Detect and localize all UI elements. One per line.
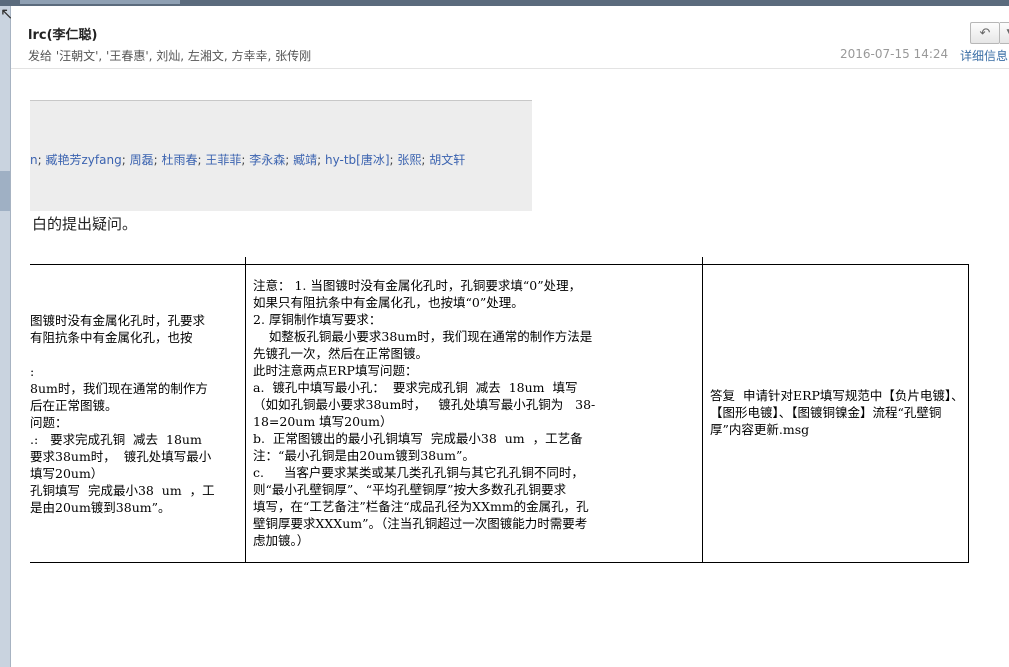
left-pane-edge bbox=[0, 6, 11, 667]
table-divider-1 bbox=[245, 257, 246, 563]
table-bottom-border bbox=[30, 562, 969, 563]
table-cell-original: 图镀时没有金属化孔时，孔要求 有阻抗条中有金属化孔，也按 : 8um时，我们现在… bbox=[30, 313, 215, 515]
quoted-recipient[interactable]: 胡文轩 bbox=[429, 153, 465, 167]
quoted-separator: ; bbox=[241, 153, 246, 167]
reply-arrow-icon: ↶ bbox=[979, 25, 991, 41]
sender-name[interactable]: lrc(李仁聪) bbox=[28, 24, 97, 43]
quoted-recipient[interactable]: 张熙 bbox=[397, 153, 421, 167]
quoted-recipient[interactable]: 臧艳芳zyfang bbox=[45, 153, 121, 167]
quoted-separator: ; bbox=[37, 153, 42, 167]
quoted-separator: ; bbox=[317, 153, 322, 167]
table-cell-requirements: 注意： 1. 当图镀时没有金属化孔时，孔铜要求填“0”处理， 如果只有阻抗条中有… bbox=[253, 278, 596, 548]
quoted-recipient[interactable]: 周磊 bbox=[130, 153, 154, 167]
quoted-recipient[interactable]: n bbox=[30, 153, 38, 167]
quoted-recipient-line: n; 臧艳芳zyfang; 周磊; 杜雨春; 王菲菲; 李永森; 臧靖; hy-… bbox=[30, 151, 465, 168]
quoted-header-box: n; 臧艳芳zyfang; 周磊; 杜雨春; 王菲菲; 李永森; 臧靖; hy-… bbox=[30, 100, 532, 211]
title-fragment bbox=[20, 0, 180, 4]
reply-options-button[interactable]: ▼ bbox=[1000, 22, 1009, 44]
table-right-border bbox=[968, 264, 969, 563]
message-header: lrc(李仁聪) 发给 '汪朝文', '王春惠', 刘灿, 左湘文, 方幸幸, … bbox=[11, 6, 1009, 69]
quoted-recipient[interactable]: 臧靖 bbox=[293, 153, 317, 167]
quoted-separator: ; bbox=[153, 153, 158, 167]
quoted-table: 图镀时没有金属化孔时，孔要求 有阻抗条中有金属化孔，也按 : 8um时，我们现在… bbox=[30, 257, 970, 563]
quoted-separator: ; bbox=[421, 153, 426, 167]
quoted-recipient[interactable]: 杜雨春 bbox=[161, 153, 197, 167]
quoted-separator: ; bbox=[389, 153, 394, 167]
quoted-separator: ; bbox=[121, 153, 126, 167]
quoted-separator: ; bbox=[285, 153, 290, 167]
table-divider-2 bbox=[702, 257, 703, 563]
table-cell-attachment[interactable]: 答复 申请针对ERP填写规范中【负片电镀】、【图形电镀】、【图镀铜镍金】流程“孔… bbox=[710, 387, 965, 438]
reply-button[interactable]: ↶ bbox=[970, 22, 1000, 44]
sent-datetime: 2016-07-15 14:24 bbox=[840, 47, 949, 61]
quoted-recipient[interactable]: hy-tb[唐冰] bbox=[325, 153, 390, 167]
quoted-recipient[interactable]: 李永森 bbox=[249, 153, 285, 167]
left-pane-block bbox=[0, 171, 10, 211]
quoted-separator: ; bbox=[197, 153, 202, 167]
body-text-line: 白的提出疑问。 bbox=[32, 215, 138, 233]
table-top-border bbox=[30, 264, 969, 265]
details-link[interactable]: 详细信息 bbox=[960, 47, 1008, 64]
quoted-recipient[interactable]: 王菲菲 bbox=[205, 153, 241, 167]
recipient-list: 发给 '汪朝文', '王春惠', 刘灿, 左湘文, 方幸幸, 张传刚 bbox=[28, 49, 312, 63]
